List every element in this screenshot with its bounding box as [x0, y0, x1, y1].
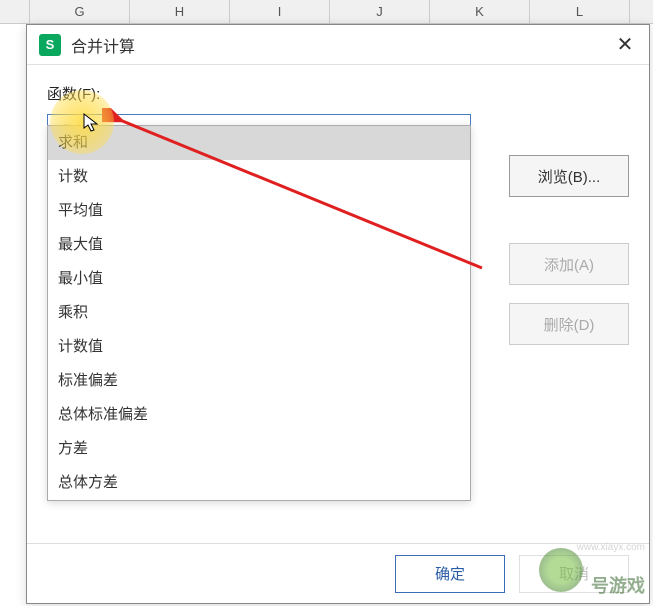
- function-dropdown[interactable]: 求和 计数 平均值 最大值 最小值 乘积 计数值 标准偏差 总体标准偏差 方差 …: [47, 125, 471, 501]
- dropdown-option-stddevp[interactable]: 总体标准偏差: [48, 398, 470, 432]
- dropdown-option-avg[interactable]: 平均值: [48, 194, 470, 228]
- dialog-title: 合并计算: [71, 33, 613, 57]
- col-header-g[interactable]: G: [30, 0, 130, 23]
- dropdown-option-min[interactable]: 最小值: [48, 262, 470, 296]
- col-header[interactable]: [0, 0, 30, 23]
- add-button[interactable]: 添加(A): [509, 243, 629, 285]
- dropdown-option-product[interactable]: 乘积: [48, 296, 470, 330]
- title-bar: S 合并计算 ✕: [27, 25, 649, 65]
- function-label: 函数(F):: [47, 83, 629, 104]
- app-icon: S: [39, 34, 61, 56]
- column-headers: G H I J K L: [0, 0, 653, 24]
- dropdown-option-count[interactable]: 计数: [48, 160, 470, 194]
- col-header-k[interactable]: K: [430, 0, 530, 23]
- ok-button[interactable]: 确定: [395, 555, 505, 593]
- delete-button[interactable]: 删除(D): [509, 303, 629, 345]
- right-button-group: 浏览(B)... 添加(A) 删除(D): [509, 155, 629, 345]
- close-button[interactable]: ✕: [613, 33, 637, 57]
- browse-button[interactable]: 浏览(B)...: [509, 155, 629, 197]
- dropdown-option-varp[interactable]: 总体方差: [48, 466, 470, 500]
- dialog-footer: 确定 取消: [27, 543, 649, 603]
- dropdown-option-max[interactable]: 最大值: [48, 228, 470, 262]
- col-header-j[interactable]: J: [330, 0, 430, 23]
- dropdown-option-var[interactable]: 方差: [48, 432, 470, 466]
- dropdown-option-countnums[interactable]: 计数值: [48, 330, 470, 364]
- col-header-h[interactable]: H: [130, 0, 230, 23]
- consolidate-dialog: S 合并计算 ✕ 函数(F): 求和 ▼ 求和 计数 平均值 最大值 最小值 乘…: [26, 24, 650, 604]
- col-header-i[interactable]: I: [230, 0, 330, 23]
- dropdown-option-sum[interactable]: 求和: [48, 126, 470, 160]
- col-header-l[interactable]: L: [530, 0, 630, 23]
- cancel-button[interactable]: 取消: [519, 555, 629, 593]
- dropdown-option-stddev[interactable]: 标准偏差: [48, 364, 470, 398]
